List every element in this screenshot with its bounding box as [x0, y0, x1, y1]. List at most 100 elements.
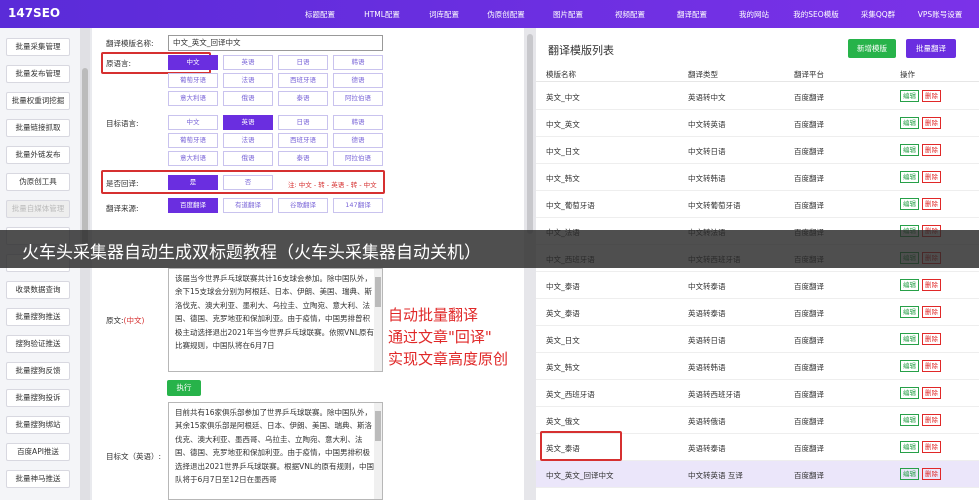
delete-button[interactable]: 删除	[922, 414, 941, 426]
target-textarea[interactable]: 目前共有16家俱乐部参加了世界乒乓球联赛。除中国队外，其余15家俱乐部是阿根廷、…	[168, 402, 383, 500]
source-label: 翻译来源:	[106, 204, 139, 213]
edit-button[interactable]: 编辑	[900, 468, 919, 480]
target-lang-option[interactable]: 俄语	[223, 151, 273, 166]
scrollbar-thumb[interactable]	[82, 68, 88, 248]
nav-item[interactable]: 标题配置	[289, 9, 351, 20]
edit-button[interactable]: 编辑	[900, 306, 919, 318]
sidebar-item[interactable]: 批量链接抓取	[6, 119, 70, 137]
source-lang-option[interactable]: 法语	[223, 73, 273, 88]
target-lang-option[interactable]: 英语	[223, 115, 273, 130]
row-platform: 百度翻译	[794, 363, 824, 372]
target-lang-option[interactable]: 意大利语	[168, 151, 218, 166]
source-lang-option[interactable]: 阿拉伯语	[333, 91, 383, 106]
edit-button[interactable]: 编辑	[900, 198, 919, 210]
scrollbar-thumb[interactable]	[527, 34, 533, 234]
edit-button[interactable]: 编辑	[900, 171, 919, 183]
target-lang-option[interactable]: 中文	[168, 115, 218, 130]
delete-button[interactable]: 删除	[922, 279, 941, 291]
source-lang-option[interactable]: 葡萄牙语	[168, 73, 218, 88]
delete-button[interactable]: 删除	[922, 333, 941, 345]
delete-button[interactable]: 删除	[922, 171, 941, 183]
row-template-name: 英文_中文	[546, 93, 580, 102]
target-lang-option[interactable]: 日语	[278, 115, 328, 130]
edit-button[interactable]: 编辑	[900, 279, 919, 291]
target-lang-option[interactable]: 法语	[223, 133, 273, 148]
template-name-input[interactable]: 中文_英文_回译中文	[168, 35, 383, 51]
translate-source-option[interactable]: 有道翻译	[223, 198, 273, 213]
row-translate-type: 中文转日语	[688, 147, 726, 156]
nav-item[interactable]: HTML配置	[351, 9, 413, 20]
nav-item[interactable]: 采集QQ群	[847, 9, 909, 20]
sidebar-item[interactable]: 批量搜狗投诉	[6, 389, 70, 407]
delete-button[interactable]: 删除	[922, 387, 941, 399]
translate-source-option[interactable]: 147翻译	[333, 198, 383, 213]
nav-item[interactable]: 词库配置	[413, 9, 475, 20]
target-lang-option[interactable]: 西班牙语	[278, 133, 328, 148]
delete-button[interactable]: 删除	[922, 468, 941, 480]
delete-button[interactable]: 删除	[922, 198, 941, 210]
source-lang-option[interactable]: 中文	[168, 55, 218, 70]
row-translate-type: 英语转俄语	[688, 417, 726, 426]
execute-button[interactable]: 执行	[167, 380, 201, 396]
translate-source-option[interactable]: 百度翻译	[168, 198, 218, 213]
scrollbar-thumb[interactable]	[375, 411, 381, 441]
target-lang-option[interactable]: 泰语	[278, 151, 328, 166]
original-textarea[interactable]: 该届当今世界乒乓球联赛共计16支球会参加。除中国队外，余下15支球会分别为阿根廷…	[168, 268, 383, 372]
scrollbar-thumb[interactable]	[375, 277, 381, 307]
edit-button[interactable]: 编辑	[900, 360, 919, 372]
target-lang-option[interactable]: 韩语	[333, 115, 383, 130]
source-lang-option[interactable]: 泰语	[278, 91, 328, 106]
sidebar-item[interactable]: 伪原创工具	[6, 173, 70, 191]
sidebar-item[interactable]: 批量采集管理	[6, 38, 70, 56]
delete-button[interactable]: 删除	[922, 360, 941, 372]
delete-button[interactable]: 删除	[922, 90, 941, 102]
target-lang-option[interactable]: 德语	[333, 133, 383, 148]
delete-button[interactable]: 删除	[922, 306, 941, 318]
source-lang-option[interactable]: 俄语	[223, 91, 273, 106]
target-scrollbar[interactable]	[374, 403, 382, 499]
sidebar-item[interactable]: 收录数据查询	[6, 281, 70, 299]
row-platform: 百度翻译	[794, 174, 824, 183]
delete-button[interactable]: 删除	[922, 117, 941, 129]
batch-translate-button[interactable]: 批量翻译	[906, 39, 956, 58]
delete-button[interactable]: 删除	[922, 441, 941, 453]
edit-button[interactable]: 编辑	[900, 117, 919, 129]
edit-button[interactable]: 编辑	[900, 333, 919, 345]
nav-item[interactable]: 我的网站	[723, 9, 785, 20]
nav-item[interactable]: 我的SEO模版	[785, 9, 847, 20]
edit-button[interactable]: 编辑	[900, 414, 919, 426]
sidebar-item[interactable]: 批量搜狗反馈	[6, 362, 70, 380]
source-lang-option[interactable]: 日语	[278, 55, 328, 70]
nav-item[interactable]: 翻译配置	[661, 9, 723, 20]
sidebar-item[interactable]: 批量搜狗推送	[6, 308, 70, 326]
app-logo[interactable]: 147SEO	[8, 6, 60, 20]
new-template-button[interactable]: 新增模版	[848, 39, 896, 58]
edit-button[interactable]: 编辑	[900, 144, 919, 156]
nav-item[interactable]: 图片配置	[537, 9, 599, 20]
sidebar-item[interactable]: 批量搜狗绑站	[6, 416, 70, 434]
edit-button[interactable]: 编辑	[900, 441, 919, 453]
row-translate-type: 英语转西班牙语	[688, 390, 741, 399]
sidebar-item[interactable]: 批量自媒体管理	[6, 200, 70, 218]
sidebar-item[interactable]: 百度API推送	[6, 443, 70, 461]
target-lang-option[interactable]: 阿拉伯语	[333, 151, 383, 166]
source-lang-option[interactable]: 英语	[223, 55, 273, 70]
source-lang-option[interactable]: 西班牙语	[278, 73, 328, 88]
sidebar-item[interactable]: 批量发布管理	[6, 65, 70, 83]
sidebar-item[interactable]: 批量权重词挖掘	[6, 92, 70, 110]
delete-button[interactable]: 删除	[922, 144, 941, 156]
translate-source-option[interactable]: 谷歌翻译	[278, 198, 328, 213]
target-lang-option[interactable]: 葡萄牙语	[168, 133, 218, 148]
edit-button[interactable]: 编辑	[900, 90, 919, 102]
sidebar-item[interactable]: 搜狗验证推送	[6, 335, 70, 353]
source-lang-option[interactable]: 意大利语	[168, 91, 218, 106]
source-lang-option[interactable]: 德语	[333, 73, 383, 88]
nav-item[interactable]: 视频配置	[599, 9, 661, 20]
source-lang-option[interactable]: 韩语	[333, 55, 383, 70]
sidebar-item[interactable]: 批量外链发布	[6, 146, 70, 164]
edit-button[interactable]: 编辑	[900, 387, 919, 399]
original-scrollbar[interactable]	[374, 269, 382, 371]
nav-item[interactable]: 伪原创配置	[475, 9, 537, 20]
nav-item[interactable]: VPS账号设置	[909, 9, 971, 20]
sidebar-item[interactable]: 批量神马推送	[6, 470, 70, 488]
